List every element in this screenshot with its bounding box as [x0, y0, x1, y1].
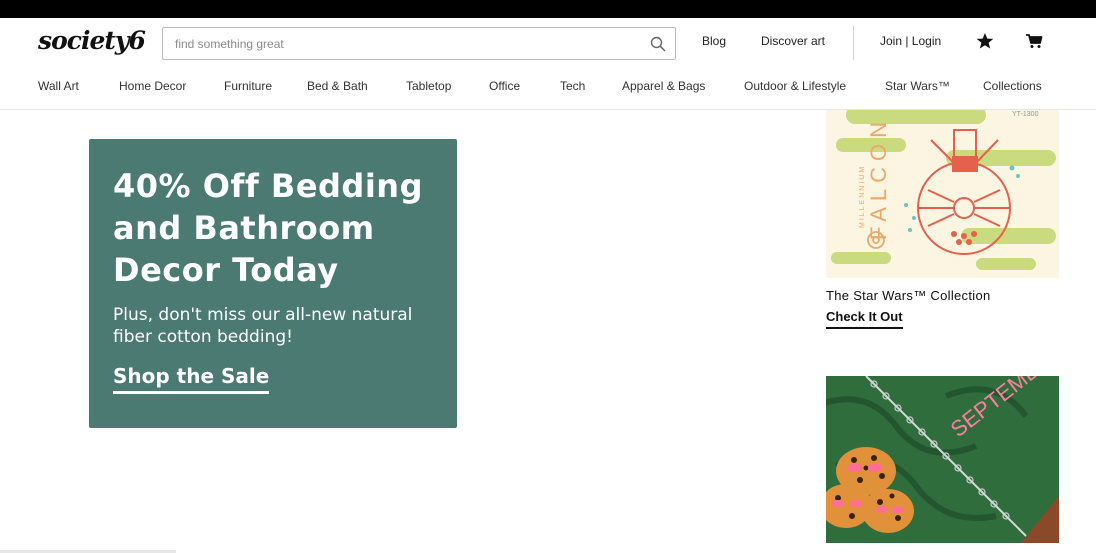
nav-item-star-wars[interactable]: Star Wars™: [885, 79, 950, 93]
nav-item-tabletop[interactable]: Tabletop: [406, 79, 451, 93]
sale-promo-banner: 40% Off Bedding and Bathroom Decor Today…: [89, 139, 457, 428]
nav-item-home-decor[interactable]: Home Decor: [119, 79, 186, 93]
discover-art-link[interactable]: Discover art: [761, 34, 825, 48]
nav-item-wall-art[interactable]: Wall Art: [38, 79, 79, 93]
nav-item-tech[interactable]: Tech: [560, 79, 585, 93]
join-login-link[interactable]: Join | Login: [880, 34, 941, 48]
millennium-image-text: MILLENNIUM: [859, 165, 866, 228]
falcon-image-text: FALCON: [866, 116, 891, 240]
category-nav: Wall Art Home Decor Furniture Bed & Bath…: [0, 78, 1096, 98]
shop-the-sale-link[interactable]: Shop the Sale: [113, 364, 270, 394]
search-input[interactable]: [175, 28, 635, 59]
promo-title: 40% Off Bedding and Bathroom Decor Today: [113, 167, 423, 289]
search-box: [162, 27, 676, 60]
site-header: society6 Blog Discover art Join | Login …: [0, 18, 1096, 110]
header-divider: [853, 26, 854, 60]
society6-logo[interactable]: society6: [38, 26, 146, 55]
yt-code-image-text: YT-1300: [1012, 111, 1039, 118]
search-icon[interactable]: [649, 35, 667, 53]
leopard-notebook-artwork: SEPTEMBER: [826, 376, 1059, 543]
notebook-product-image[interactable]: SEPTEMBER: [826, 376, 1059, 543]
nav-item-bed-bath[interactable]: Bed & Bath: [307, 79, 368, 93]
check-it-out-link[interactable]: Check It Out: [826, 309, 903, 329]
blog-link[interactable]: Blog: [702, 34, 726, 48]
cart-icon[interactable]: [1023, 30, 1045, 52]
millennium-falcon-artwork: FALCON MILLENNIUM YT-1300: [826, 110, 1059, 278]
top-bar: [0, 0, 1096, 18]
star-wars-collection-image[interactable]: FALCON MILLENNIUM YT-1300: [826, 110, 1059, 278]
nav-item-collections[interactable]: Collections: [983, 79, 1042, 93]
nav-item-furniture[interactable]: Furniture: [224, 79, 272, 93]
promo-subtitle: Plus, don't miss our all-new natural fib…: [113, 305, 413, 347]
star-wars-collection-title: The Star Wars™ Collection: [826, 288, 991, 303]
star-icon[interactable]: [974, 30, 996, 52]
nav-item-apparel-bags[interactable]: Apparel & Bags: [622, 79, 705, 93]
nav-item-outdoor-lifestyle[interactable]: Outdoor & Lifestyle: [744, 79, 846, 93]
nav-item-office[interactable]: Office: [489, 79, 520, 93]
